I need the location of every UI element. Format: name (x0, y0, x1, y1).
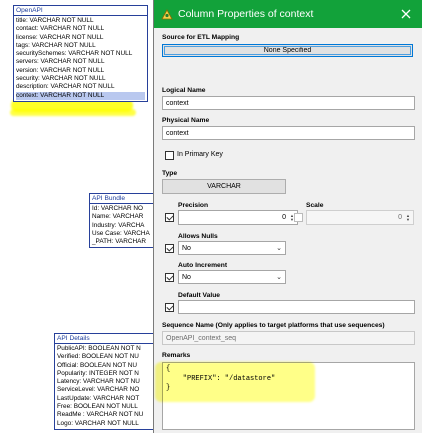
diagram-canvas[interactable]: OpenAPI title: VARCHAR NOT NULL contact:… (0, 0, 160, 433)
entity-title: API Details (55, 334, 156, 343)
default-value-label: Default Value (178, 292, 220, 299)
close-button[interactable] (394, 2, 418, 26)
default-value-field[interactable] (178, 300, 415, 314)
highlight-remarks (155, 362, 315, 402)
auto-increment-select[interactable]: No ⌄ (178, 270, 286, 284)
allows-nulls-label: Allows Nulls (178, 233, 218, 240)
highlight-underline (10, 109, 136, 116)
entity-api-bundle[interactable]: API Bundle Id: VARCHAR NO Name: VARCHAR … (89, 193, 157, 249)
in-primary-key-label: In Primary Key (177, 151, 223, 158)
scale-stepper[interactable]: 0 ▲ ▼ (306, 210, 414, 225)
entity-row[interactable]: Official: BOOLEAN NOT NU (57, 362, 154, 370)
chevron-down-icon: ⌄ (276, 245, 282, 252)
allows-nulls-value: No (182, 244, 191, 252)
sequence-name-field[interactable]: OpenAPI_context_seq (162, 331, 415, 345)
allows-nulls-select[interactable]: No ⌄ (178, 241, 286, 255)
entity-row[interactable]: Latency: VARCHAR NOT NU (57, 378, 154, 386)
close-icon (401, 9, 411, 19)
entity-row[interactable]: LastUpdate: VARCHAR NOT (57, 395, 154, 403)
type-button[interactable]: VARCHAR (162, 179, 286, 194)
remarks-label: Remarks (162, 352, 191, 359)
entity-row[interactable]: Industry: VARCHA (92, 222, 154, 230)
entity-row[interactable]: Verified: BOOLEAN NOT NU (57, 353, 154, 361)
entity-row[interactable]: security: VARCHAR NOT NULL (16, 75, 145, 83)
chevron-down-icon: ⌄ (276, 274, 282, 281)
entity-row[interactable]: Logo: VARCHAR NOT NULL (57, 420, 154, 428)
entity-row[interactable]: Name: VARCHAR (92, 213, 154, 221)
physical-name-field[interactable]: context (162, 126, 415, 140)
scale-label: Scale (306, 202, 324, 209)
dialog-titlebar[interactable]: Column Properties of context (154, 0, 422, 28)
entity-title: OpenAPI (14, 6, 147, 15)
precision-stepper[interactable]: 0 ▲ ▼ (178, 210, 298, 225)
auto-increment-checkbox[interactable] (165, 273, 174, 282)
entity-row[interactable]: Popularity: INTEGER NOT N (57, 370, 154, 378)
logical-name-label: Logical Name (162, 87, 206, 94)
entity-row[interactable]: ReadMe : VARCHAR NOT NU (57, 411, 154, 419)
dialog-title: Column Properties of context (178, 8, 314, 20)
app-icon (161, 9, 173, 20)
type-label: Type (162, 170, 178, 177)
entity-row[interactable]: securitySchemes: VARCHAR NOT NULL (16, 50, 145, 58)
entity-row[interactable]: Use Case: VARCHA (92, 230, 154, 238)
entity-row[interactable]: version: VARCHAR NOT NULL (16, 67, 145, 75)
entity-row-selected[interactable]: context: VARCHAR NOT NULL (16, 91, 145, 100)
allows-nulls-checkbox[interactable] (165, 244, 174, 253)
entity-row[interactable]: tags: VARCHAR NOT NULL (16, 42, 145, 50)
entity-row[interactable]: title: VARCHAR NOT NULL (16, 17, 145, 25)
entity-row[interactable]: license: VARCHAR NOT NULL (16, 34, 145, 42)
auto-increment-value: No (182, 273, 191, 281)
scale-value: 0 (398, 214, 402, 221)
entity-row[interactable]: description: VARCHAR NOT NULL (16, 83, 145, 91)
entity-title: API Bundle (90, 194, 156, 203)
entity-row[interactable]: contact: VARCHAR NOT NULL (16, 25, 145, 33)
entity-row[interactable]: _PATH: VARCHAR (92, 238, 154, 246)
logical-name-field[interactable]: context (162, 96, 415, 110)
entity-api-details[interactable]: API Details PublicAPI: BOOLEAN NOT N Ver… (54, 333, 157, 430)
scale-checkbox[interactable] (294, 213, 303, 222)
precision-value: 0 (282, 214, 286, 221)
source-etl-label: Source for ETL Mapping (162, 34, 240, 41)
physical-name-label: Physical Name (162, 117, 210, 124)
default-value-checkbox[interactable] (165, 303, 174, 312)
entity-row[interactable]: ServiceLevel: VARCHAR NO (57, 386, 154, 394)
spin-arrows-icon[interactable]: ▲ ▼ (404, 212, 412, 223)
precision-label: Precision (178, 202, 209, 209)
entity-openapi[interactable]: OpenAPI title: VARCHAR NOT NULL contact:… (13, 5, 148, 102)
entity-row[interactable]: Free: BOOLEAN NOT NULL (57, 403, 154, 411)
in-primary-key-checkbox[interactable] (165, 151, 174, 160)
source-etl-button[interactable]: None Specified (162, 44, 413, 57)
auto-increment-label: Auto Increment (178, 262, 228, 269)
entity-row[interactable]: servers: VARCHAR NOT NULL (16, 58, 145, 66)
entity-row[interactable]: Id: VARCHAR NO (92, 205, 154, 213)
sequence-name-label: Sequence Name (Only applies to target pl… (162, 322, 385, 329)
precision-checkbox[interactable] (165, 213, 174, 222)
entity-row[interactable]: PublicAPI: BOOLEAN NOT N (57, 345, 154, 353)
